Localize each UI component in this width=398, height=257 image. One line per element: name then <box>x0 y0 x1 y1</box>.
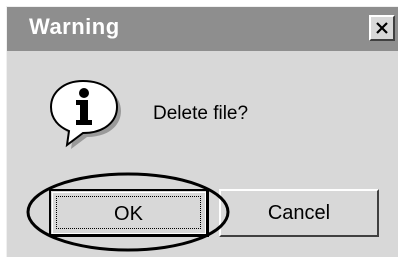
close-icon <box>376 22 388 34</box>
title-bar[interactable]: Warning <box>7 7 398 51</box>
cancel-button[interactable]: Cancel <box>219 189 379 237</box>
warning-dialog: Warning Delete file? OK Cancel <box>6 6 398 257</box>
ok-button[interactable]: OK <box>49 189 209 237</box>
dialog-message: Delete file? <box>153 103 249 124</box>
dialog-title: Warning <box>29 14 120 39</box>
info-icon <box>49 79 121 149</box>
close-button[interactable] <box>369 15 395 41</box>
ok-button-label: OK <box>56 196 201 229</box>
